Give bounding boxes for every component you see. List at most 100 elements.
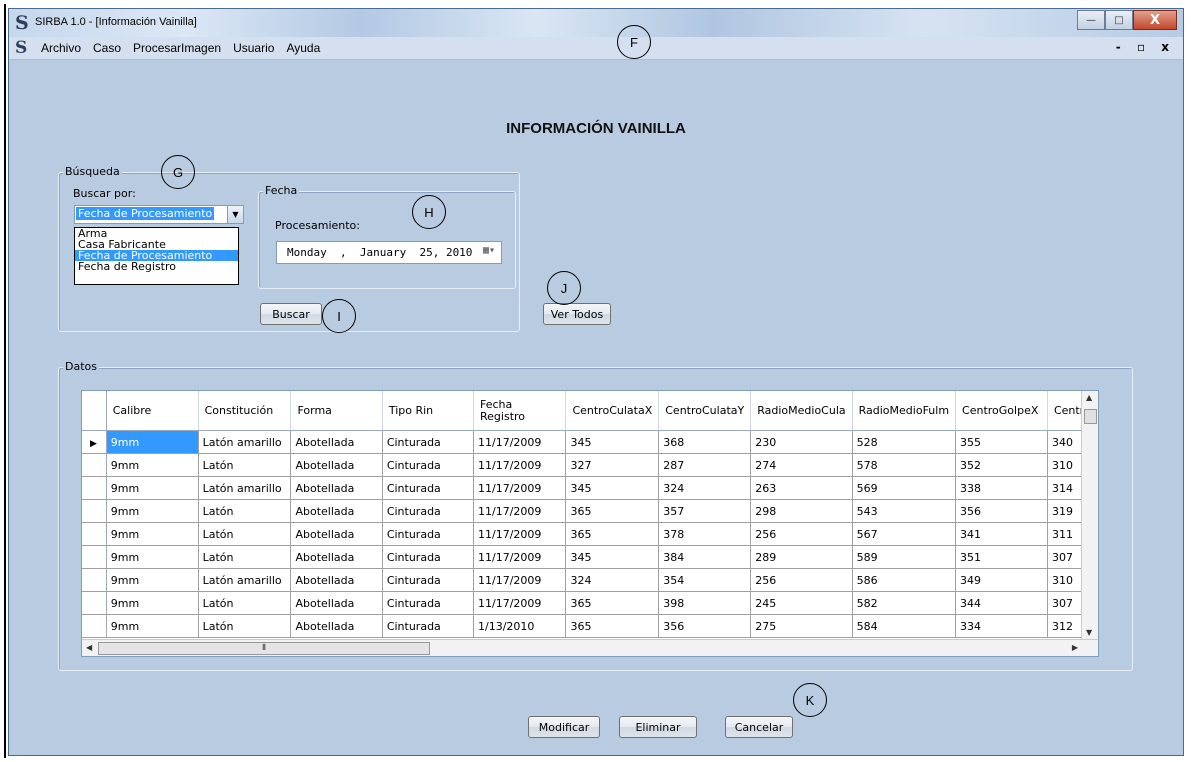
horizontal-scrollbar[interactable]: ◀ ⦀ ▶ [82,639,1098,656]
table-cell[interactable]: 9mm [106,522,199,546]
table-cell[interactable]: Latón [198,522,292,546]
column-header[interactable]: Calibre [106,391,199,431]
table-cell[interactable]: 345 [565,476,660,500]
table-cell[interactable]: 11/17/2009 [473,545,567,569]
buscar-por-select[interactable]: Fecha de Procesamiento ▼ [74,205,244,224]
table-cell[interactable]: 384 [658,545,752,569]
table-cell[interactable]: Cinturada [382,476,475,500]
row-header[interactable] [82,522,107,546]
table-cell[interactable]: 1/13/2010 [473,614,567,638]
column-header[interactable]: CentroGolpeX [955,391,1048,431]
table-cell[interactable]: Cinturada [382,614,475,638]
row-header[interactable] [82,614,107,638]
column-header[interactable]: CentroCulataX [565,391,660,431]
table-cell[interactable]: 586 [852,568,957,592]
eliminar-button[interactable]: Eliminar [619,716,697,738]
table-cell[interactable]: Abotellada [290,522,383,546]
maximize-icon[interactable]: □ [1105,10,1133,30]
table-cell[interactable]: 543 [852,499,957,523]
table-cell[interactable]: 9mm [106,499,199,523]
table-cell[interactable]: Cinturada [382,591,475,615]
table-cell[interactable]: 578 [852,453,957,477]
row-header[interactable] [82,568,107,592]
table-cell[interactable]: Latón amarillo [198,476,292,500]
table-cell[interactable]: Cinturada [382,453,475,477]
table-row[interactable]: 9mm Latón Abotellada Cinturada 11/17/2009 365… [82,591,1098,615]
table-cell[interactable]: 351 [955,545,1048,569]
table-cell[interactable]: Cinturada [382,568,475,592]
table-cell[interactable]: 324 [565,568,660,592]
table-cell[interactable]: 365 [565,522,660,546]
table-cell[interactable]: Abotellada [290,614,383,638]
scroll-down-icon[interactable]: ▼ [1086,628,1092,637]
table-cell[interactable]: 365 [565,614,660,638]
table-cell[interactable]: 354 [658,568,752,592]
table-cell[interactable]: 11/17/2009 [473,522,567,546]
table-cell[interactable]: 11/17/2009 [473,430,567,454]
column-header[interactable]: Tipo Rin [382,391,475,431]
table-cell[interactable]: 9mm [106,568,199,592]
table-cell[interactable]: 345 [565,545,660,569]
table-cell[interactable]: 245 [750,591,853,615]
table-cell[interactable]: 368 [658,430,752,454]
table-cell[interactable]: Abotellada [290,591,383,615]
table-cell[interactable]: Latón [198,591,292,615]
table-cell[interactable]: 357 [658,499,752,523]
table-cell[interactable]: 256 [750,568,853,592]
table-cell[interactable]: Cinturada [382,499,475,523]
table-cell[interactable]: 11/17/2009 [473,591,567,615]
column-header[interactable]: RadioMedioCula [750,391,853,431]
table-cell[interactable]: Latón [198,499,292,523]
table-cell[interactable]: 9mm [106,430,199,454]
table-cell[interactable]: 11/17/2009 [473,568,567,592]
cancelar-button[interactable]: Cancelar [725,716,793,738]
menu-archivo[interactable]: Archivo [35,41,87,55]
table-cell[interactable]: 287 [658,453,752,477]
menu-procesarimagen[interactable]: ProcesarImagen [127,41,227,55]
table-cell[interactable]: Cinturada [382,522,475,546]
table-cell[interactable]: 365 [565,591,660,615]
table-row[interactable]: 9mm Latón Abotellada Cinturada 11/17/2009 365… [82,499,1098,523]
minimize-icon[interactable]: — [1077,10,1105,30]
table-cell[interactable]: 9mm [106,591,199,615]
table-cell[interactable]: Latón [198,614,292,638]
table-cell[interactable]: 274 [750,453,853,477]
table-cell[interactable]: 356 [955,499,1048,523]
table-cell[interactable]: 352 [955,453,1048,477]
scroll-left-icon[interactable]: ◀ [86,643,92,652]
calendar-icon[interactable]: ▦▾ [483,245,495,256]
table-cell[interactable]: Abotellada [290,499,383,523]
column-header[interactable]: Constitución [198,391,292,431]
mdi-window-controls[interactable]: - ▫ x [1116,40,1175,54]
table-cell[interactable]: 341 [955,522,1048,546]
table-row[interactable]: 9mm Latón Abotellada Cinturada 11/17/2009 365… [82,522,1098,546]
table-row[interactable]: 9mm Latón amarillo Abotellada Cinturada 11/1… [82,476,1098,500]
table-cell[interactable]: 378 [658,522,752,546]
table-cell[interactable]: 398 [658,591,752,615]
table-cell[interactable]: 263 [750,476,853,500]
table-cell[interactable]: 230 [750,430,853,454]
table-row[interactable]: 9mm Latón Abotellada Cinturada 11/17/2009 345… [82,545,1098,569]
vertical-scrollbar[interactable]: ▲ ▼ [1081,391,1098,639]
table-cell[interactable]: Abotellada [290,568,383,592]
table-cell[interactable]: Abotellada [290,476,383,500]
scroll-up-icon[interactable]: ▲ [1086,393,1092,402]
table-cell[interactable]: 582 [852,591,957,615]
table-cell[interactable]: Cinturada [382,430,475,454]
menu-usuario[interactable]: Usuario [227,41,280,55]
table-row[interactable]: ▶ 9mm Latón amarillo Abotellada Cinturada 11/… [82,430,1098,454]
table-cell[interactable]: 11/17/2009 [473,476,567,500]
column-header[interactable]: RadioMedioFulm [852,391,957,431]
row-header[interactable]: ▶ [82,430,107,454]
table-cell[interactable]: 569 [852,476,957,500]
table-row[interactable]: 9mm Latón amarillo Abotellada Cinturada 11/1… [82,568,1098,592]
table-cell[interactable]: 9mm [106,614,199,638]
table-cell[interactable]: 11/17/2009 [473,499,567,523]
column-header[interactable]: Forma [290,391,383,431]
ver-todos-button[interactable]: Ver Todos [543,303,611,325]
table-cell[interactable]: 345 [565,430,660,454]
modificar-button[interactable]: Modificar [528,716,600,738]
table-cell[interactable]: 584 [852,614,957,638]
scroll-right-icon[interactable]: ▶ [1072,643,1078,652]
buscar-button[interactable]: Buscar [260,303,322,325]
